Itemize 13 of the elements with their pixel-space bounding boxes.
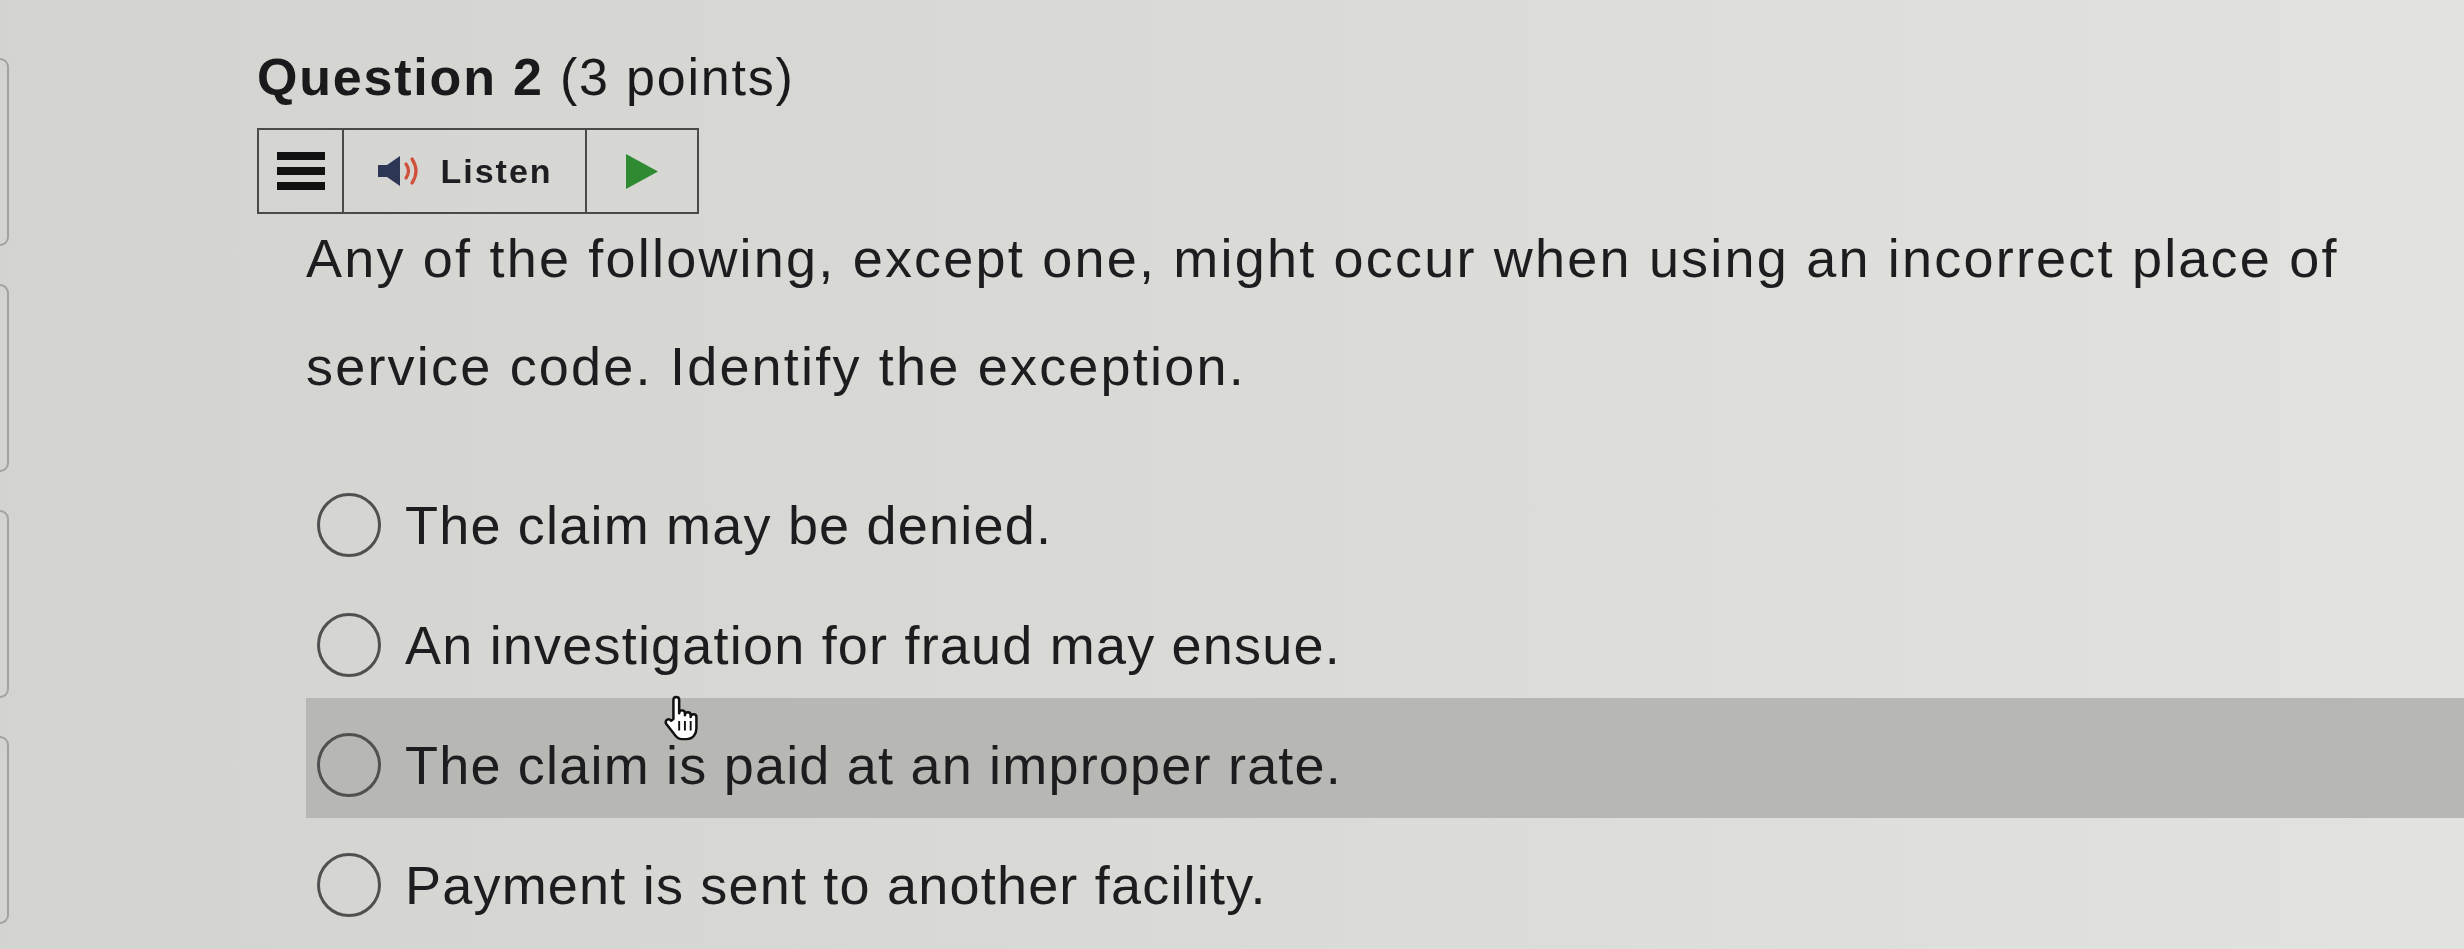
- radio-button[interactable]: [317, 493, 381, 557]
- question-title: Question 2 (3 points): [257, 47, 795, 108]
- menu-icon: [276, 152, 325, 190]
- radio-button[interactable]: [317, 733, 381, 797]
- answer-option[interactable]: An investigation for fraud may ensue.: [306, 578, 2464, 698]
- answer-option[interactable]: Payment is sent to another facility.: [306, 818, 2464, 938]
- question-text: Any of the following, except one, might occur when using an incorrect place of service code. Identify the exception.: [306, 227, 2340, 398]
- play-icon: [626, 153, 658, 189]
- answer-option[interactable]: The claim may be denied.: [306, 458, 2464, 578]
- answer-option[interactable]: The claim is paid at an improper rate.: [306, 698, 2464, 818]
- radio-button[interactable]: [317, 853, 381, 917]
- radio-button[interactable]: [317, 613, 381, 677]
- listen-button[interactable]: Listen: [344, 130, 587, 212]
